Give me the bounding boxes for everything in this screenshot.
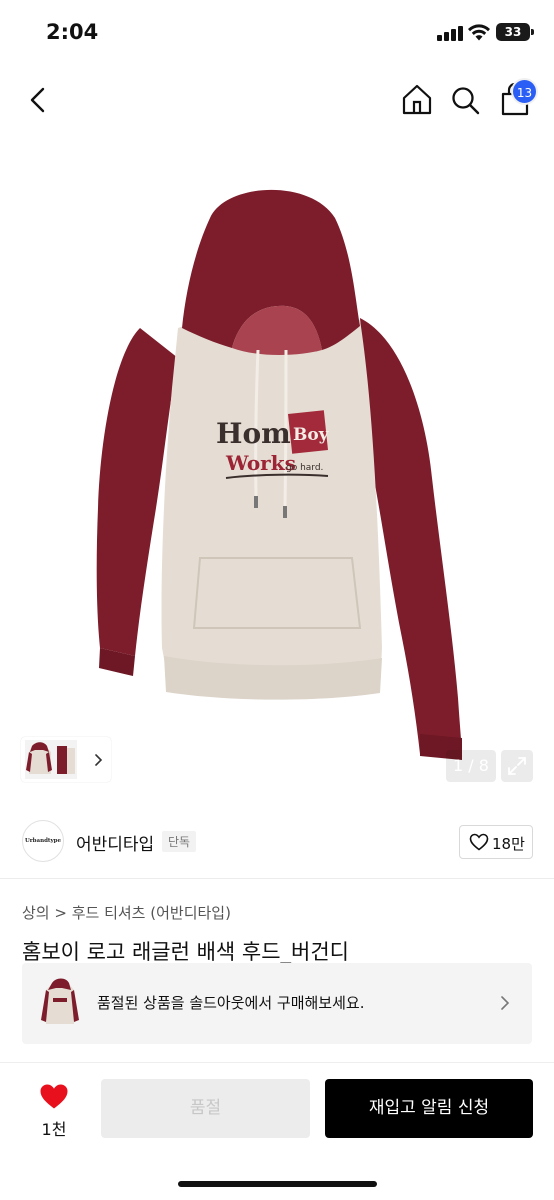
battery-cap — [531, 29, 534, 35]
heart-filled-icon — [40, 1084, 68, 1109]
status-time: 2:04 — [46, 20, 99, 44]
home-button[interactable] — [398, 80, 436, 120]
cart-count-badge: 13 — [511, 78, 538, 105]
expand-button[interactable] — [501, 750, 533, 782]
thumbnail-image — [25, 740, 77, 779]
soldout-button[interactable]: 품절 — [101, 1079, 310, 1138]
svg-text:go hard.: go hard. — [286, 463, 323, 473]
restock-alert-button[interactable]: 재입고 알림 신청 — [325, 1079, 533, 1138]
brand-logo[interactable]: Urbandtype — [22, 820, 64, 862]
brand-like-button[interactable]: 18만 — [459, 825, 533, 859]
brand-row: Urbandtype 어반디타입 단독 18만 — [0, 803, 554, 879]
favorite-count: 1천 — [41, 1120, 67, 1139]
soldout-banner[interactable]: 품절된 상품을 솔드아웃에서 구매해보세요. — [22, 963, 532, 1044]
home-indicator[interactable] — [178, 1181, 377, 1187]
svg-text:Boy: Boy — [293, 425, 330, 445]
breadcrumb[interactable]: 상의 > 후드 티셔츠 (어반디타입) — [22, 902, 231, 923]
exclusive-badge: 단독 — [162, 831, 197, 852]
signal-icon — [437, 25, 463, 41]
back-icon — [30, 87, 45, 113]
product-title: 홈보이 로고 래글런 배색 후드_버건디 — [22, 940, 349, 964]
wifi-icon — [468, 24, 490, 41]
product-image-hoodie: Home Boy Works go hard. — [96, 189, 462, 760]
heart-outline-icon — [469, 833, 489, 851]
chevron-right-icon — [501, 996, 510, 1010]
brand-name[interactable]: 어반디타입 — [76, 830, 154, 855]
chevron-right-icon[interactable] — [92, 753, 104, 767]
favorite-button[interactable]: 1천 — [30, 1081, 78, 1141]
brand-like-count: 18만 — [492, 835, 525, 853]
soldout-banner-text: 품절된 상품을 솔드아웃에서 구매해보세요. — [97, 994, 365, 1012]
expand-icon — [508, 757, 526, 775]
battery-icon: 33 — [496, 23, 530, 41]
search-icon — [452, 87, 480, 115]
search-button[interactable] — [448, 80, 484, 120]
bottom-action-bar: 1천 품절 재입고 알림 신청 — [0, 1063, 554, 1200]
status-bar: 2:04 33 — [0, 0, 554, 64]
home-icon — [402, 84, 432, 115]
page-indicator: 1 / 8 — [446, 750, 496, 782]
back-button[interactable] — [22, 80, 56, 120]
soldout-thumbnail — [41, 978, 79, 1024]
